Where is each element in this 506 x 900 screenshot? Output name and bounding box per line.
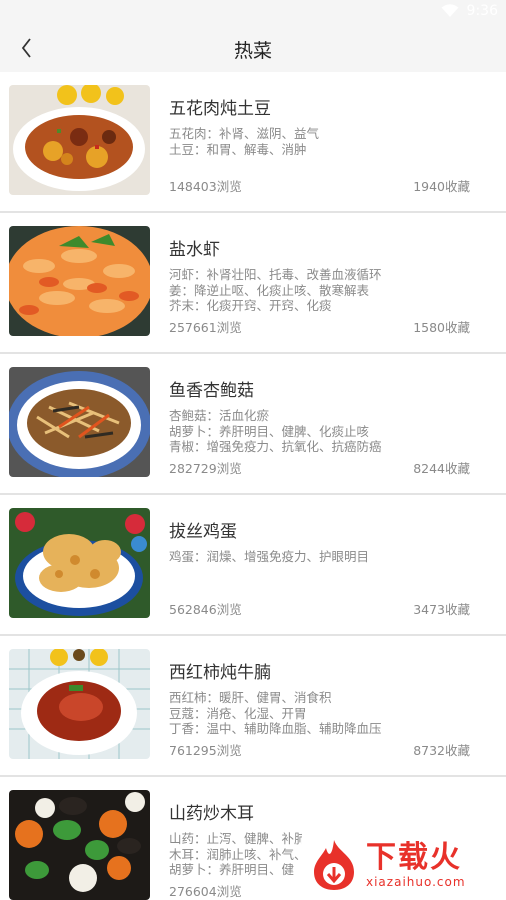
dish-name: 盐水虾	[169, 240, 220, 260]
desc-line: 芥末：化痰开窍、开窍、化痰	[169, 298, 332, 313]
dish-description: 杏鲍菇：活血化瘀 胡萝卜：养肝明目、健脾、化痰止咳 青椒：增强免疫力、抗氧化、抗…	[169, 408, 382, 455]
dish-image	[9, 649, 150, 759]
view-count: 282729浏览	[169, 461, 242, 476]
dish-name: 西红柿炖牛腩	[169, 663, 271, 683]
app-header: 热菜	[0, 26, 506, 72]
desc-line: 鸡蛋：润燥、增强免疫力、护眼明目	[169, 549, 370, 564]
status-bar: 9:36	[0, 0, 506, 26]
favorite-count: 1580收藏	[413, 320, 470, 335]
chevron-left-icon	[21, 38, 31, 58]
dish-name: 鱼香杏鲍菇	[169, 381, 254, 401]
dish-name: 山药炒木耳	[169, 804, 254, 824]
dish-description: 鸡蛋：润燥、增强免疫力、护眼明目	[169, 549, 369, 565]
list-item[interactable]: 西红柿炖牛腩 西红柿：暖肝、健胃、消食积 豆蔻：消疮、化湿、开胃 丁香：温中、辅…	[0, 636, 506, 777]
view-count: 562846浏览	[169, 602, 242, 617]
desc-line: 杏鲍菇：活血化瘀	[169, 408, 270, 423]
desc-line: 山药：止泻、健脾、补肺	[169, 831, 307, 846]
dish-image	[9, 508, 150, 618]
desc-line: 豆蔻：消疮、化湿、开胃	[169, 705, 307, 721]
watermark: 下载火 xiazaihuo.com	[302, 832, 502, 898]
dish-description: 五花肉：补肾、滋阴、益气 土豆：和胃、解毒、消肿	[169, 126, 319, 157]
desc-line: 胡萝卜：养肝明目、健脾、化痰止咳	[169, 423, 370, 439]
dish-image	[9, 85, 150, 195]
desc-line: 河虾：补肾壮阳、托毒、改善血液循环	[169, 267, 382, 282]
favorite-count: 8244收藏	[413, 461, 470, 476]
list-item[interactable]: 拔丝鸡蛋 鸡蛋：润燥、增强免疫力、护眼明目 562846浏览 3473收藏	[0, 495, 506, 636]
page-title: 热菜	[233, 39, 272, 62]
view-count: 148403浏览	[169, 179, 242, 194]
dish-description: 西红柿：暖肝、健胃、消食积 豆蔻：消疮、化湿、开胃 丁香：温中、辅助降血脂、辅助…	[169, 690, 382, 737]
view-count: 257661浏览	[169, 320, 242, 335]
watermark-title: 下载火	[366, 840, 462, 875]
flame-logo-icon	[314, 840, 354, 890]
dish-name: 拔丝鸡蛋	[169, 522, 237, 542]
desc-line: 青椒：增强免疫力、抗氧化、抗癌防癌	[169, 439, 382, 454]
view-count: 761295浏览	[169, 743, 242, 758]
wifi-icon	[441, 4, 459, 17]
dish-name: 五花肉炖土豆	[169, 99, 271, 119]
desc-line: 西红柿：暖肝、健胃、消食积	[169, 690, 332, 705]
favorite-count: 8732收藏	[413, 743, 470, 758]
desc-line: 胡萝卜：养肝明目、健	[169, 862, 295, 877]
favorite-count: 3473收藏	[413, 602, 470, 617]
desc-line: 姜：降逆止呕、化痰止咳、散寒解表	[169, 282, 370, 298]
watermark-url: xiazaihuo.com	[366, 875, 466, 889]
desc-line: 五花肉：补肾、滋阴、益气	[169, 126, 320, 141]
status-time: 9:36	[466, 3, 498, 19]
dish-image	[9, 367, 150, 477]
desc-line: 土豆：和胃、解毒、消肿	[169, 141, 307, 157]
desc-line: 木耳：润肺止咳、补气、	[169, 846, 307, 862]
dish-description: 河虾：补肾壮阳、托毒、改善血液循环 姜：降逆止呕、化痰止咳、散寒解表 芥末：化痰…	[169, 267, 382, 314]
dish-description: 山药：止泻、健脾、补肺 木耳：润肺止咳、补气、 胡萝卜：养肝明目、健	[169, 831, 307, 878]
list-item[interactable]: 鱼香杏鲍菇 杏鲍菇：活血化瘀 胡萝卜：养肝明目、健脾、化痰止咳 青椒：增强免疫力…	[0, 354, 506, 495]
favorite-count: 1940收藏	[413, 179, 470, 194]
list-item[interactable]: 盐水虾 河虾：补肾壮阳、托毒、改善血液循环 姜：降逆止呕、化痰止咳、散寒解表 芥…	[0, 213, 506, 354]
dish-list: 五花肉炖土豆 五花肉：补肾、滋阴、益气 土豆：和胃、解毒、消肿 148403浏览…	[0, 72, 506, 900]
back-button[interactable]	[12, 34, 40, 62]
dish-image	[9, 226, 150, 336]
status-icons: 9:36	[441, 3, 498, 19]
desc-line: 丁香：温中、辅助降血脂、辅助降血压	[169, 721, 382, 736]
view-count: 276604浏览	[169, 884, 242, 899]
dish-image	[9, 790, 150, 900]
list-item[interactable]: 五花肉炖土豆 五花肉：补肾、滋阴、益气 土豆：和胃、解毒、消肿 148403浏览…	[0, 72, 506, 213]
